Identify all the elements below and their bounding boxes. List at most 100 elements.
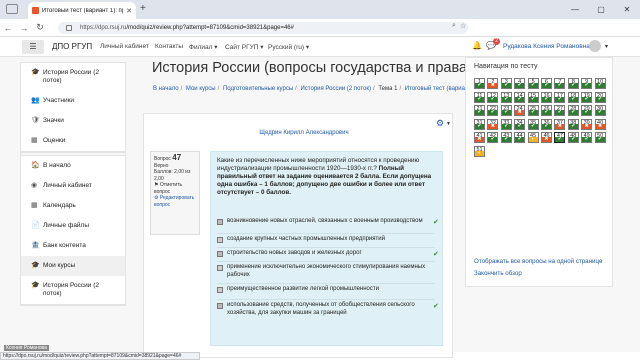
sidebar-item[interactable]: 🏦 Банк контента	[21, 236, 125, 256]
question-nav-button[interactable]: 19 ✔	[581, 91, 593, 103]
question-nav-button[interactable]: 15 ✔	[527, 91, 539, 103]
question-nav-button[interactable]: 25 ✔	[527, 105, 539, 117]
notifications-bell-icon[interactable]: 🔔	[472, 41, 482, 50]
site-brand[interactable]: ДПО РГУП	[52, 42, 92, 51]
question-nav-button[interactable]: 42 ✔	[487, 132, 499, 144]
question-nav-button[interactable]: 24 ✖	[514, 105, 526, 117]
back-icon[interactable]: ←	[0, 23, 16, 33]
question-nav-button[interactable]: 17 ✔	[554, 91, 566, 103]
question-nav-button[interactable]: 46 ✖	[541, 132, 552, 144]
question-nav-button[interactable]: 32 ✖	[487, 118, 499, 130]
question-nav-button[interactable]: 36 ✔	[541, 118, 552, 130]
question-nav-button[interactable]: 40 ✖	[594, 118, 606, 130]
sidebar-item[interactable]: ▦ Оценки	[21, 131, 125, 151]
language-select[interactable]: Русский (ru) ▾	[268, 43, 309, 51]
sidebar-item[interactable]: 📄 Личные файлы	[21, 216, 125, 236]
breadcrumb-course[interactable]: История России (2 поток)	[300, 86, 370, 92]
question-nav-button[interactable]: 23 ✔	[500, 105, 512, 117]
question-nav-button[interactable]: 51 ◐	[474, 146, 485, 157]
menu-toggle-icon[interactable]: ☰	[22, 40, 44, 54]
sidebar-item[interactable]: 🎓 История России (2 поток)	[21, 63, 125, 91]
question-nav-button[interactable]: 45 ◐	[527, 132, 539, 144]
question-nav-button[interactable]: 41 ✖	[474, 132, 485, 144]
question-nav-button[interactable]: 47 ✔	[554, 132, 566, 144]
question-nav-button[interactable]: 7 ✔	[554, 78, 566, 89]
question-nav-button[interactable]: 31 ✔	[474, 118, 485, 130]
question-nav-button[interactable]: 11 ✔	[474, 91, 485, 103]
sidebar-item[interactable]: 🎓 История России (2 поток)	[21, 276, 125, 304]
question-nav-button[interactable]: 30 ✔	[594, 105, 606, 117]
user-name[interactable]: Рудакова Ксения Романовна	[503, 43, 590, 50]
question-nav-button[interactable]: 35 ✔	[527, 118, 539, 130]
chevron-down-icon[interactable]: ▼	[446, 121, 451, 127]
flag-question-button[interactable]: ⚑ Отметить вопрос	[154, 182, 196, 195]
nav-link-contacts[interactable]: Контакты	[155, 43, 183, 50]
question-nav-button[interactable]: 12 ✔	[487, 91, 499, 103]
nav-link-site[interactable]: Сайт РГУП ▾	[225, 43, 264, 51]
close-window-icon[interactable]: ✕	[614, 0, 640, 19]
question-nav-button[interactable]: 18 ✔	[567, 91, 579, 103]
question-nav-button[interactable]: 21 ✔	[474, 105, 485, 117]
breadcrumb-prep-courses[interactable]: Подготовительные курсы	[223, 86, 293, 92]
question-nav-button[interactable]: 22 ✔	[487, 105, 499, 117]
question-nav-button[interactable]: 4 ✔	[514, 78, 526, 89]
quiz-navigation-panel: Навигация по тесту 1 ✔ 2 ✖ 3 ✔ 4 ✔ 5 ✔ 6 ✔ 7 ✔ 8 ✔ 9 ✔ 10 ✔…	[465, 57, 613, 287]
question-nav-button[interactable]: 9 ✔	[581, 78, 593, 89]
question-nav-button[interactable]: 3 ✔	[500, 78, 512, 89]
tab-actions-icon[interactable]	[6, 4, 18, 14]
question-nav-button[interactable]: 29 ✔	[581, 105, 593, 117]
question-nav-button[interactable]: 13 ✔	[500, 91, 512, 103]
breadcrumb-home[interactable]: В начало	[153, 86, 179, 92]
nav-link-branch[interactable]: Филиал ▾	[189, 43, 217, 51]
sidebar-item-label: В начало	[43, 162, 71, 169]
reload-icon[interactable]: ↻	[32, 22, 48, 33]
sidebar-item[interactable]: ◉ Личный кабинет	[21, 176, 125, 196]
question-nav-button[interactable]: 8 ✔	[567, 78, 579, 89]
address-input[interactable]: https://dpo.rsuj.ru/mod/quiz/review.php?…	[58, 22, 468, 34]
question-nav-button[interactable]: 33 ✔	[500, 118, 512, 130]
maximize-icon[interactable]: ▢	[588, 0, 614, 19]
question-nav-button[interactable]: 44 ✔	[514, 132, 526, 144]
student-name[interactable]: Щедрин Кирилл Александрович	[144, 130, 454, 136]
question-nav-button[interactable]: 38 ✔	[567, 118, 579, 130]
question-nav-button[interactable]: 39 ✖	[581, 118, 593, 130]
question-nav-button[interactable]: 49 ✔	[581, 132, 593, 144]
sidebar-item[interactable]: 🏠 В начало	[21, 156, 125, 176]
question-nav-button[interactable]: 34 ✔	[514, 118, 526, 130]
question-nav-button[interactable]: 10 ✔	[594, 78, 606, 89]
gear-icon[interactable]: ⚙	[436, 118, 444, 129]
avatar[interactable]	[589, 40, 601, 52]
question-nav-button[interactable]: 37 ✖	[554, 118, 566, 130]
browser-tab[interactable]: Итоговый тест (вариант 1): пр ✕	[28, 2, 136, 19]
question-nav-button[interactable]: 2 ✖	[487, 78, 499, 89]
new-tab-icon[interactable]: +	[140, 3, 146, 15]
show-all-link[interactable]: Отображать все вопросы на одной странице	[474, 258, 602, 265]
bookmark-star-icon[interactable]: ☆	[460, 22, 466, 30]
question-nav-button[interactable]: 43 ✔	[500, 132, 512, 144]
finish-review-link[interactable]: Закончить обзор	[474, 270, 522, 277]
question-nav-button[interactable]: 5 ✔	[527, 78, 539, 89]
question-nav-button[interactable]: 48 ✔	[567, 132, 579, 144]
question-nav-button[interactable]: 27 ✔	[554, 105, 566, 117]
sidebar-item[interactable]: ▦ Календарь	[21, 196, 125, 216]
question-nav-button[interactable]: 50 ✔	[594, 132, 606, 144]
user-menu-chevron-down-icon[interactable]: ▾	[605, 43, 608, 50]
sidebar-item[interactable]: 🎓 Мои курсы	[21, 256, 125, 276]
nav-link-cabinet[interactable]: Личный кабинет	[100, 43, 149, 50]
forward-icon[interactable]: →	[16, 23, 32, 33]
question-nav-button[interactable]: 20 ✔	[594, 91, 606, 103]
question-nav-button[interactable]: 26 ✔	[541, 105, 552, 117]
sidebar-item[interactable]: 👥 Участники	[21, 91, 125, 111]
question-nav-button[interactable]: 14 ✔	[514, 91, 526, 103]
question-nav-button[interactable]: 28 ✔	[567, 105, 579, 117]
zoom-icon[interactable]: ⌕	[452, 22, 456, 30]
sidebar-item-icon: 🎓	[31, 69, 40, 76]
question-nav-button[interactable]: 1 ✔	[474, 78, 485, 89]
question-nav-button[interactable]: 6 ✔	[541, 78, 552, 89]
breadcrumb-my-courses[interactable]: Мои курсы	[186, 86, 216, 92]
sidebar-item[interactable]: 🛡 Значки	[21, 111, 125, 131]
edit-question-link[interactable]: ⚙ Редактировать вопрос	[154, 195, 196, 208]
close-tab-icon[interactable]: ✕	[126, 7, 132, 15]
question-nav-button[interactable]: 16 ✔	[541, 91, 552, 103]
minimize-icon[interactable]: —	[562, 0, 588, 19]
